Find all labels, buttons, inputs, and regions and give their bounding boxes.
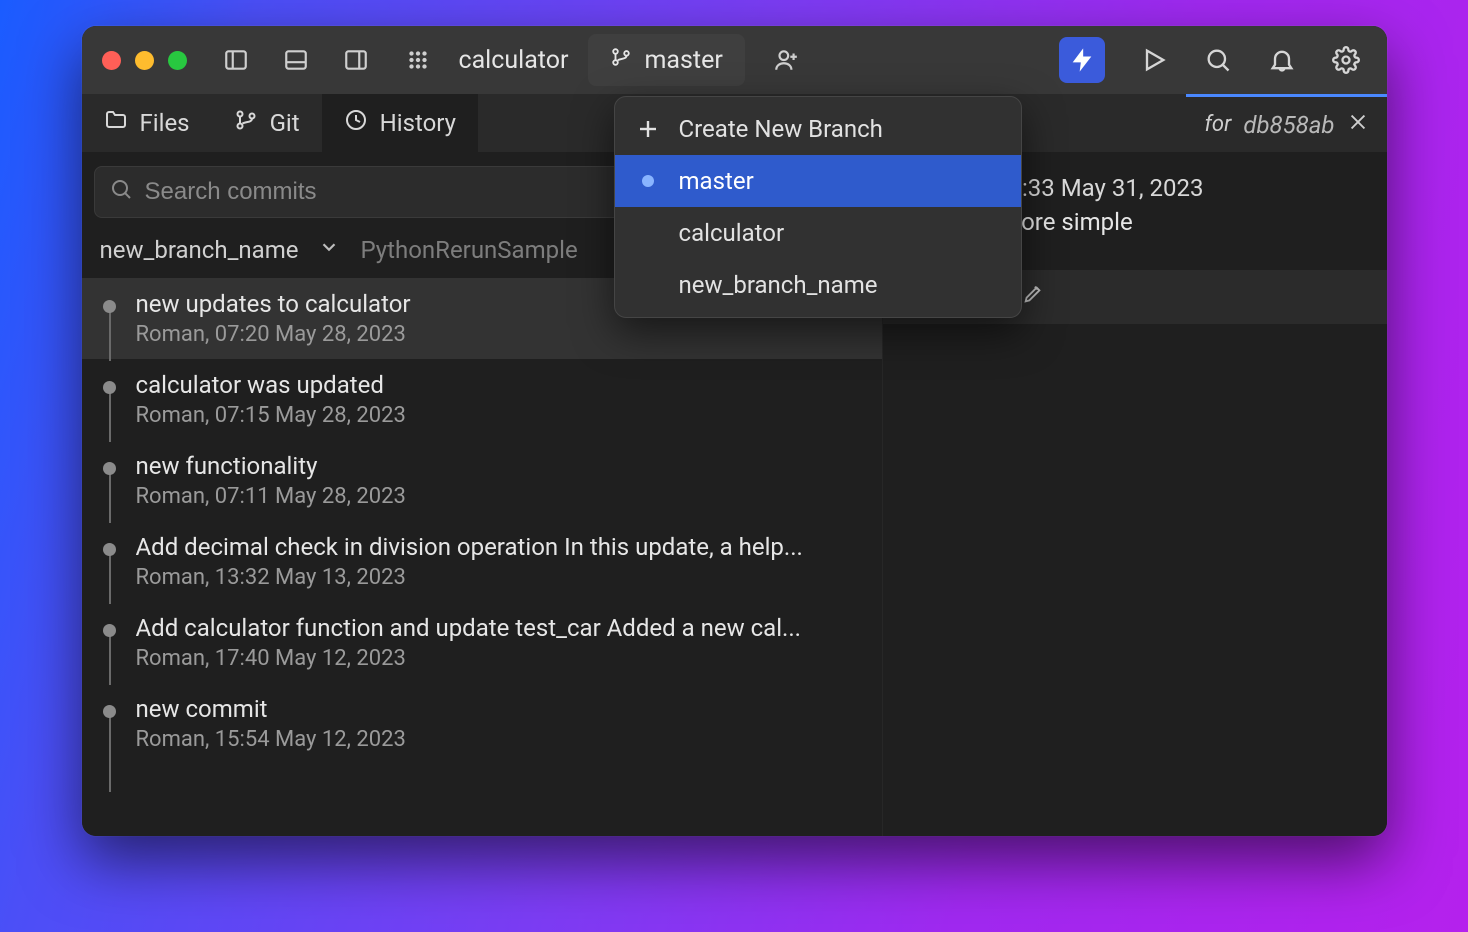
run-icon[interactable] bbox=[1139, 45, 1169, 75]
branch-popup-item[interactable]: new_branch_name bbox=[615, 259, 1021, 311]
panel-left-icon[interactable] bbox=[215, 39, 257, 81]
plus-icon bbox=[635, 117, 661, 141]
edit-icon bbox=[1022, 283, 1044, 311]
editor-tab[interactable]: for db858ab bbox=[1186, 94, 1386, 152]
branch-bullet bbox=[635, 175, 661, 187]
tab-files-label: Files bbox=[140, 109, 190, 137]
commit-node-icon bbox=[103, 624, 116, 637]
commit-graph bbox=[102, 533, 118, 590]
commit-graph bbox=[102, 371, 118, 428]
commit-row[interactable]: Add decimal check in division operation … bbox=[82, 521, 882, 602]
tab-history-label: History bbox=[380, 109, 456, 137]
commit-title: Add calculator function and update test_… bbox=[136, 614, 868, 642]
search-everywhere-icon[interactable] bbox=[1203, 45, 1233, 75]
branch-icon bbox=[234, 108, 258, 138]
tab-git-label: Git bbox=[270, 109, 300, 137]
layout-toggle-group bbox=[215, 39, 377, 81]
commit-graph bbox=[102, 614, 118, 671]
tab-files[interactable]: Files bbox=[82, 94, 212, 152]
commit-graph bbox=[102, 452, 118, 509]
notifications-icon[interactable] bbox=[1267, 45, 1297, 75]
branch-name-label: master bbox=[644, 46, 722, 75]
commit-graph bbox=[102, 290, 118, 347]
editor-tab-prefix: for bbox=[1204, 112, 1231, 137]
settings-icon[interactable] bbox=[1331, 45, 1361, 75]
commit-meta: Roman, 13:32 May 13, 2023 bbox=[136, 565, 868, 590]
history-icon bbox=[344, 108, 368, 138]
commit-row[interactable]: calculator was updated Roman, 07:15 May 2… bbox=[82, 359, 882, 440]
chevron-down-icon[interactable] bbox=[318, 236, 340, 264]
branch-filter-name[interactable]: new_branch_name bbox=[100, 236, 299, 264]
branch-item-label: master bbox=[679, 167, 754, 195]
close-window-button[interactable] bbox=[102, 51, 121, 70]
branch-selector[interactable]: master bbox=[588, 34, 744, 86]
zoom-window-button[interactable] bbox=[168, 51, 187, 70]
commit-node-icon bbox=[103, 381, 116, 394]
commit-list[interactable]: new updates to calculatorRoman, 07:20 Ma… bbox=[82, 278, 882, 836]
tab-history[interactable]: History bbox=[322, 94, 478, 152]
commit-node-icon bbox=[103, 462, 116, 475]
tab-git[interactable]: Git bbox=[212, 94, 322, 152]
titlebar-right bbox=[1059, 37, 1361, 83]
commit-meta: Roman, 17:40 May 12, 2023 bbox=[136, 646, 868, 671]
commit-graph bbox=[102, 695, 118, 752]
main-menu-icon[interactable] bbox=[397, 39, 439, 81]
commit-row[interactable]: Add calculator function and update test_… bbox=[82, 602, 882, 683]
folder-icon bbox=[104, 108, 128, 138]
commit-meta: Roman, 07:15 May 28, 2023 bbox=[136, 403, 868, 428]
commit-title: Add decimal check in division operation … bbox=[136, 533, 868, 561]
commit-meta: Roman, 15:54 May 12, 2023 bbox=[136, 727, 868, 752]
commit-row[interactable]: new commit Roman, 15:54 May 12, 2023 bbox=[82, 683, 882, 764]
add-collaborator-icon[interactable] bbox=[765, 39, 807, 81]
filter-secondary-label: PythonRerunSample bbox=[360, 236, 577, 264]
branch-item-label: new_branch_name bbox=[679, 271, 878, 299]
titlebar: calculator master bbox=[82, 26, 1387, 94]
branch-icon bbox=[610, 46, 632, 75]
panel-right-icon[interactable] bbox=[335, 39, 377, 81]
branch-item-label: calculator bbox=[679, 219, 785, 247]
branch-popup-item[interactable]: master bbox=[615, 155, 1021, 207]
commit-node-icon bbox=[103, 543, 116, 556]
branch-popup-item[interactable]: calculator bbox=[615, 207, 1021, 259]
panel-bottom-icon[interactable] bbox=[275, 39, 317, 81]
create-branch-label: Create New Branch bbox=[679, 115, 883, 143]
ide-window: calculator master bbox=[82, 26, 1387, 836]
minimize-window-button[interactable] bbox=[135, 51, 154, 70]
commit-meta: Roman, 07:20 May 28, 2023 bbox=[136, 322, 868, 347]
commit-row[interactable]: new functionality Roman, 07:11 May 28, 20… bbox=[82, 440, 882, 521]
commit-title: new functionality bbox=[136, 452, 868, 480]
commit-meta: Roman, 07:11 May 28, 2023 bbox=[136, 484, 868, 509]
editor-tab-hash: db858ab bbox=[1243, 111, 1334, 139]
search-icon bbox=[109, 177, 133, 207]
commit-node-icon bbox=[103, 705, 116, 718]
project-name[interactable]: calculator bbox=[449, 46, 579, 75]
commit-node-icon bbox=[103, 300, 116, 313]
commit-title: new commit bbox=[136, 695, 868, 723]
window-controls bbox=[102, 51, 187, 70]
create-new-branch-item[interactable]: Create New Branch bbox=[615, 103, 1021, 155]
branch-dropdown-popup: Create New Branch master calculator new_br… bbox=[614, 96, 1022, 318]
commit-title: calculator was updated bbox=[136, 371, 868, 399]
ai-assistant-button[interactable] bbox=[1059, 37, 1105, 83]
close-tab-icon[interactable] bbox=[1347, 111, 1369, 139]
